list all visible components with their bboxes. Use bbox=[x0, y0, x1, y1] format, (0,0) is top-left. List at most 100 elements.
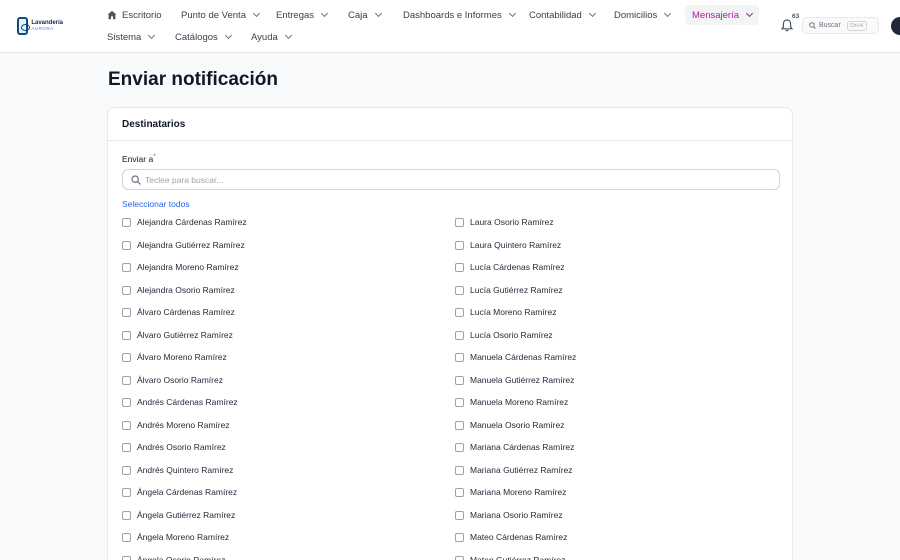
nav-item-domicilios[interactable]: Domicilios bbox=[614, 5, 672, 25]
recipient-checkbox[interactable] bbox=[455, 555, 464, 560]
recipient-checkbox[interactable] bbox=[455, 353, 464, 362]
nav-item-contabilidad[interactable]: Contabilidad bbox=[529, 5, 596, 25]
nav-item-catalogos[interactable]: Catálogos bbox=[175, 27, 232, 47]
chevron-down-icon bbox=[224, 31, 232, 40]
recipient-name: Ángela Moreno Ramírez bbox=[137, 532, 230, 542]
recipient-option[interactable]: Manuela Osorio Ramírez bbox=[455, 420, 576, 443]
bell-icon[interactable] bbox=[781, 19, 793, 32]
recipient-name: Andrés Quintero Ramírez bbox=[137, 464, 234, 475]
recipient-checkbox[interactable] bbox=[122, 263, 131, 272]
recipient-option[interactable]: Alejandra Gutiérrez Ramírez bbox=[122, 240, 247, 263]
global-search-button[interactable]: Buscar Ctrl+K bbox=[802, 17, 879, 34]
keyboard-shortcut: Ctrl+K bbox=[846, 20, 867, 31]
select-all-link[interactable]: Seleccionar todos bbox=[122, 199, 190, 209]
recipient-checkbox[interactable] bbox=[122, 285, 131, 295]
recipient-checkbox[interactable] bbox=[122, 555, 131, 560]
recipient-option[interactable]: Ángela Gutiérrez Ramírez bbox=[122, 510, 247, 533]
recipient-checkbox[interactable] bbox=[122, 240, 131, 250]
recipient-option[interactable]: Manuela Cárdenas Ramírez bbox=[455, 352, 576, 375]
recipient-checkbox[interactable] bbox=[455, 398, 464, 407]
recipient-checkbox[interactable] bbox=[455, 510, 464, 520]
nav-item-mensajeria[interactable]: Mensajería bbox=[685, 5, 759, 25]
recipient-option[interactable]: Lucía Gutiérrez Ramírez bbox=[455, 285, 576, 308]
chevron-down-icon bbox=[374, 9, 382, 18]
recipient-option[interactable]: Lucía Moreno Ramírez bbox=[455, 307, 576, 330]
recipient-checkbox[interactable] bbox=[122, 465, 131, 475]
recipient-checkbox[interactable] bbox=[455, 420, 464, 430]
recipient-option[interactable]: Mariana Osorio Ramírez bbox=[455, 510, 576, 533]
recipient-checkbox[interactable] bbox=[122, 308, 131, 317]
recipient-option[interactable]: Manuela Gutiérrez Ramírez bbox=[455, 375, 576, 398]
recipient-option[interactable]: Mariana Moreno Ramírez bbox=[455, 487, 576, 510]
nav-item-escritorio[interactable]: Escritorio bbox=[107, 5, 162, 25]
recipient-name: Manuela Osorio Ramírez bbox=[470, 419, 565, 430]
recipient-option[interactable]: Mariana Gutiérrez Ramírez bbox=[455, 465, 576, 488]
recipient-checkbox[interactable] bbox=[122, 375, 131, 385]
recipient-checkbox[interactable] bbox=[455, 533, 464, 542]
recipient-option[interactable]: Lucía Cárdenas Ramírez bbox=[455, 262, 576, 285]
recipient-option[interactable]: Andrés Moreno Ramírez bbox=[122, 420, 247, 443]
recipient-option[interactable]: Ángela Osorio Ramírez bbox=[122, 555, 247, 560]
recipient-checkbox[interactable] bbox=[455, 465, 464, 475]
card-title: Destinatarios bbox=[122, 118, 186, 130]
nav-item-sistema[interactable]: Sistema bbox=[107, 27, 156, 47]
recipient-option[interactable]: Alejandra Moreno Ramírez bbox=[122, 262, 247, 285]
recipient-checkbox[interactable] bbox=[122, 398, 131, 407]
recipient-checkbox[interactable] bbox=[455, 285, 464, 295]
recipient-checkbox[interactable] bbox=[455, 443, 464, 452]
recipient-name: Andrés Cárdenas Ramírez bbox=[137, 397, 238, 407]
recipient-name: Mariana Moreno Ramírez bbox=[470, 487, 567, 497]
recipient-option[interactable]: Álvaro Gutiérrez Ramírez bbox=[122, 330, 247, 353]
recipient-checkbox[interactable] bbox=[122, 353, 131, 362]
recipient-checkbox[interactable] bbox=[455, 240, 464, 250]
recipient-option[interactable]: Manuela Moreno Ramírez bbox=[455, 397, 576, 420]
recipient-option[interactable]: Laura Quintero Ramírez bbox=[455, 240, 576, 263]
recipient-name: Mariana Gutiérrez Ramírez bbox=[470, 464, 573, 475]
recipient-option[interactable]: Ángela Moreno Ramírez bbox=[122, 532, 247, 555]
recipient-checkbox[interactable] bbox=[122, 420, 131, 430]
brand-subtitle: AURORA bbox=[31, 26, 54, 32]
nav-item-caja[interactable]: Caja bbox=[348, 5, 382, 25]
brand-logo[interactable]: Lavandería AURORA bbox=[17, 16, 63, 36]
recipient-checkbox[interactable] bbox=[455, 218, 464, 227]
nav-item-dashboards[interactable]: Dashboards e Informes bbox=[403, 5, 516, 25]
recipients-column-right: Laura Osorio Ramírez Laura Quintero Ramír… bbox=[455, 217, 576, 560]
recipient-search-input[interactable] bbox=[145, 174, 745, 185]
recipient-option[interactable]: Mateo Cárdenas Ramírez bbox=[455, 532, 576, 555]
recipient-option[interactable]: Andrés Cárdenas Ramírez bbox=[122, 397, 247, 420]
recipient-checkbox[interactable] bbox=[122, 443, 131, 452]
recipient-option[interactable]: Álvaro Moreno Ramírez bbox=[122, 352, 247, 375]
recipient-option[interactable]: Mateo Gutiérrez Ramírez bbox=[455, 555, 576, 560]
nav-item-punto-de-venta[interactable]: Punto de Venta bbox=[181, 5, 261, 25]
recipient-option[interactable]: Andrés Osorio Ramírez bbox=[122, 442, 247, 465]
recipient-option[interactable]: Álvaro Osorio Ramírez bbox=[122, 375, 247, 398]
recipient-option[interactable]: Álvaro Cárdenas Ramírez bbox=[122, 307, 247, 330]
recipient-option[interactable]: Ángela Cárdenas Ramírez bbox=[122, 487, 247, 510]
user-avatar[interactable] bbox=[891, 17, 900, 35]
recipient-option[interactable]: Lucía Osorio Ramírez bbox=[455, 330, 576, 353]
recipient-option[interactable]: Alejandra Osorio Ramírez bbox=[122, 285, 247, 308]
recipient-checkbox[interactable] bbox=[122, 330, 131, 340]
recipient-option[interactable]: Mariana Cárdenas Ramírez bbox=[455, 442, 576, 465]
recipient-checkbox[interactable] bbox=[122, 533, 131, 542]
recipient-checkbox[interactable] bbox=[455, 263, 464, 272]
recipient-option[interactable]: Andrés Quintero Ramírez bbox=[122, 465, 247, 488]
field-label-text: Enviar a bbox=[122, 154, 154, 164]
recipient-checkbox[interactable] bbox=[455, 488, 464, 497]
recipient-option[interactable]: Laura Osorio Ramírez bbox=[455, 217, 576, 240]
recipient-name: Mariana Osorio Ramírez bbox=[470, 509, 563, 520]
nav-item-entregas[interactable]: Entregas bbox=[276, 5, 329, 25]
chevron-down-icon bbox=[588, 9, 596, 18]
search-label: Buscar bbox=[819, 22, 841, 29]
recipient-option[interactable]: Alejandra Cárdenas Ramírez bbox=[122, 217, 247, 240]
recipient-checkbox[interactable] bbox=[455, 375, 464, 385]
recipient-checkbox[interactable] bbox=[122, 488, 131, 497]
recipient-checkbox[interactable] bbox=[455, 308, 464, 317]
recipient-checkbox[interactable] bbox=[122, 510, 131, 520]
recipient-checkbox[interactable] bbox=[122, 218, 131, 227]
nav-item-ayuda[interactable]: Ayuda bbox=[251, 27, 292, 47]
recipient-search-field[interactable] bbox=[122, 169, 780, 190]
chevron-down-icon bbox=[320, 9, 329, 18]
recipient-name: Mariana Cárdenas Ramírez bbox=[470, 442, 575, 452]
recipient-checkbox[interactable] bbox=[455, 330, 464, 340]
